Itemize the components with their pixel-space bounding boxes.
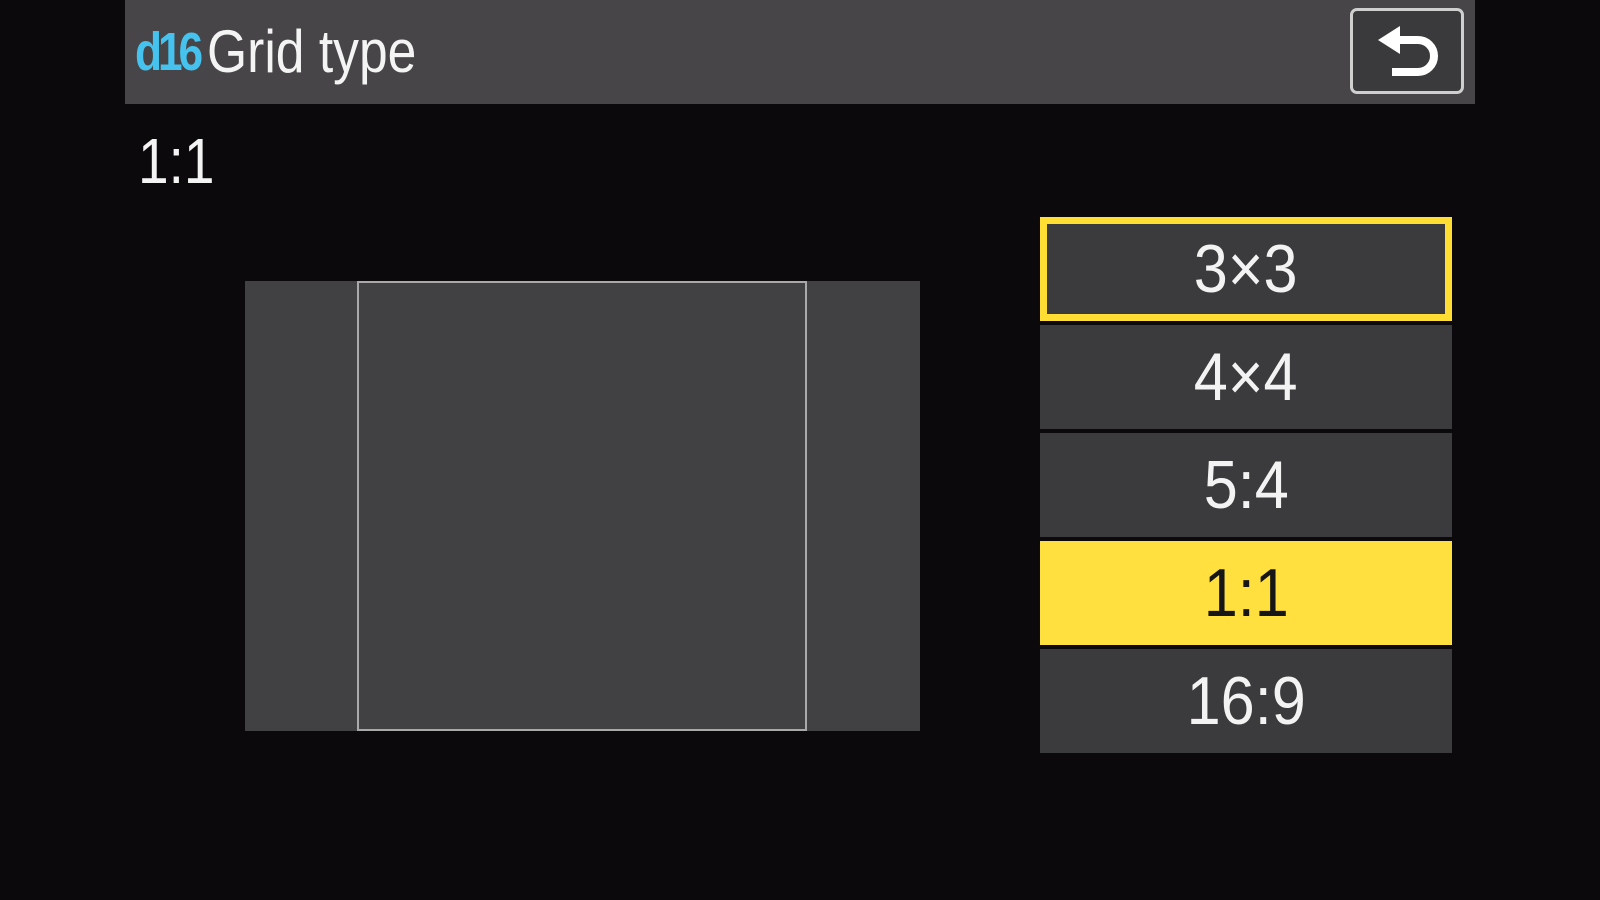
option-16-9[interactable]: 16:9 [1040,649,1452,753]
return-arrow-icon [1378,26,1438,76]
option-label: 5:4 [1203,447,1289,523]
camera-menu-screen: d16 Grid type 1:1 3×3 4×4 5:4 1:1 16:9 [0,0,1600,900]
menu-code: d16 [135,22,203,82]
back-button[interactable] [1350,8,1464,94]
current-setting-value: 1:1 [138,125,215,197]
option-label: 16:9 [1186,663,1306,739]
option-label: 1:1 [1203,555,1289,631]
option-label: 4×4 [1194,339,1298,415]
page-title: Grid type [207,18,417,85]
grid-preview-frame [357,281,807,731]
option-4x4[interactable]: 4×4 [1040,325,1452,429]
title-bar: d16 Grid type [125,0,1475,104]
option-5-4[interactable]: 5:4 [1040,433,1452,537]
grid-type-options: 3×3 4×4 5:4 1:1 16:9 [1040,217,1452,757]
option-label: 3×3 [1194,231,1298,307]
option-1-1[interactable]: 1:1 [1040,541,1452,645]
option-3x3[interactable]: 3×3 [1040,217,1452,321]
grid-preview [245,281,920,731]
